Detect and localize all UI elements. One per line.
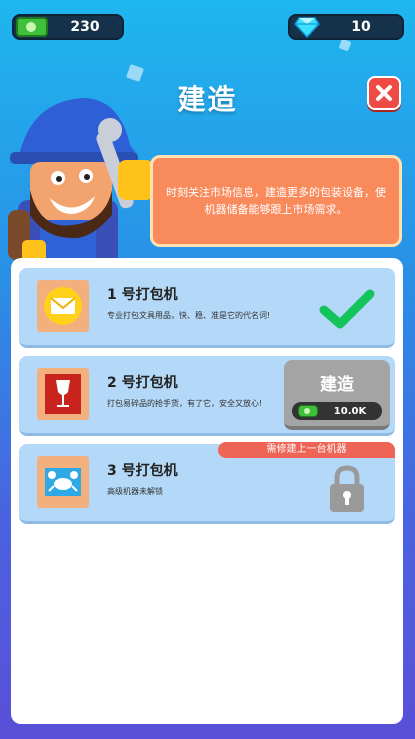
machine-description: 高级机器未解锁 — [107, 487, 163, 496]
cash-counter: 230 — [12, 14, 124, 40]
sparkle-decoration — [338, 38, 352, 52]
machine-thumbnail — [37, 368, 89, 420]
machine-description: 打包易碎品的抢手货，有了它，安全又放心! — [107, 399, 263, 408]
checkmark-icon — [319, 289, 375, 329]
build-button[interactable]: 建造 10.0K — [284, 360, 390, 430]
diamond-icon — [294, 17, 320, 38]
tip-bubble: 时刻关注市场信息，建造更多的包装设备，使机器储备能够跟上市场需求。 — [150, 155, 402, 247]
tip-text: 时刻关注市场信息，建造更多的包装设备，使机器储备能够跟上市场需求。 — [166, 186, 386, 216]
gem-counter: 10 — [288, 14, 404, 40]
machine-thumbnail — [37, 280, 89, 332]
crab-icon — [45, 468, 81, 496]
build-cost-value: 10.0K — [333, 405, 367, 417]
gem-value: 10 — [351, 19, 371, 35]
machine-name: 3 号打包机 — [107, 463, 178, 479]
wine-glass-icon — [45, 374, 81, 414]
envelope-icon — [44, 287, 82, 325]
machine-name: 1 号打包机 — [107, 287, 178, 303]
machine-card-1: 1 号打包机 专业打包文具用品，快、稳、准是它的代名词! — [19, 268, 395, 348]
machine-name: 2 号打包机 — [107, 375, 178, 391]
cash-icon — [298, 405, 318, 417]
cash-value: 230 — [70, 19, 100, 35]
machine-thumbnail — [37, 456, 89, 508]
build-button-label: 建造 — [320, 375, 354, 395]
cash-icon — [16, 17, 48, 37]
lock-icon — [330, 465, 364, 512]
machine-card-2: 2 号打包机 打包易碎品的抢手货，有了它，安全又放心! 建造 10.0K — [19, 356, 395, 436]
machine-description: 专业打包文具用品，快、稳、准是它的代名词! — [107, 311, 271, 320]
machine-card-3: 需修建上一台机器 3 号打包机 高级机器未解锁 — [19, 442, 395, 524]
close-button[interactable] — [367, 76, 401, 110]
worker-mascot — [8, 98, 154, 270]
requirement-tag: 需修建上一台机器 — [218, 442, 395, 458]
build-cost: 10.0K — [292, 402, 382, 420]
machine-list-panel: 1 号打包机 专业打包文具用品，快、稳、准是它的代名词! 2 号打包机 打包易碎… — [11, 258, 403, 724]
close-icon — [376, 85, 392, 101]
